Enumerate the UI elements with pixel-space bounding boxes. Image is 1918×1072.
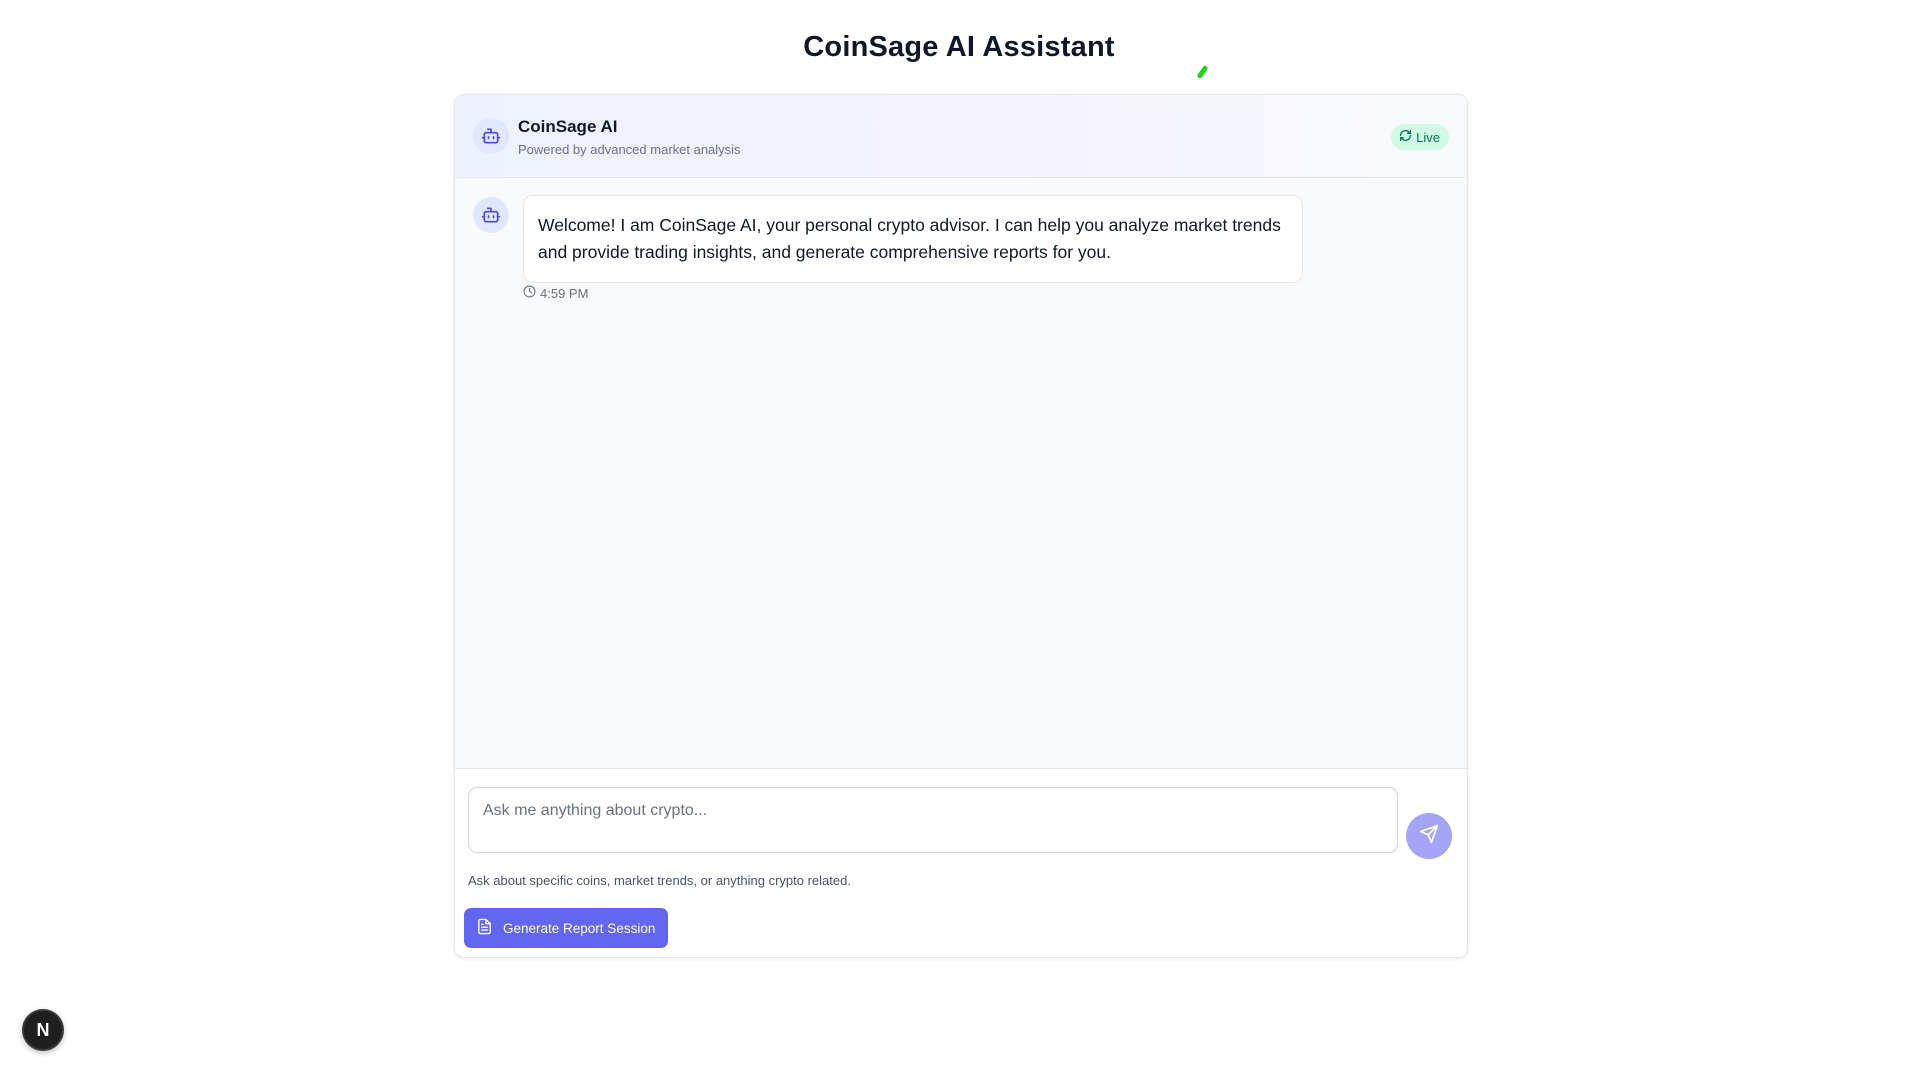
live-status-label: Live <box>1416 129 1440 145</box>
cursor-mark <box>1196 64 1209 80</box>
page: CoinSage AI Assistant CoinSage AI Powere… <box>0 0 1918 1072</box>
dev-tools-badge-label: N <box>36 1019 50 1040</box>
input-hint: Ask about specific coins, market trends,… <box>468 873 851 888</box>
assistant-name: CoinSage AI <box>518 117 618 136</box>
message-time: 4:59 PM <box>540 285 589 301</box>
chat-input-placeholder: Ask me anything about crypto... <box>483 802 708 819</box>
bot-icon <box>473 197 509 233</box>
assistant-message-bubble: Welcome! I am CoinSage AI, your personal… <box>523 195 1303 283</box>
generate-report-label: Generate Report Session <box>503 920 656 936</box>
send-button[interactable] <box>1406 813 1452 859</box>
chat-card: CoinSage AI Powered by advanced market a… <box>454 94 1468 958</box>
send-icon <box>1419 824 1439 849</box>
refresh-icon <box>1399 129 1412 145</box>
bot-icon <box>473 118 509 154</box>
clock-icon <box>523 285 536 301</box>
message-list[interactable]: Welcome! I am CoinSage AI, your personal… <box>455 178 1467 769</box>
page-title: CoinSage AI Assistant <box>803 31 1115 63</box>
chat-header: CoinSage AI Powered by advanced market a… <box>455 95 1467 178</box>
message-timestamp: 4:59 PM <box>523 285 588 301</box>
live-status-badge[interactable]: Live <box>1391 124 1449 150</box>
chat-input[interactable]: Ask me anything about crypto... <box>468 787 1398 853</box>
dev-tools-badge[interactable]: N <box>22 1009 64 1051</box>
generate-report-button[interactable]: Generate Report Session <box>464 908 669 948</box>
document-icon <box>476 918 493 938</box>
assistant-subtitle: Powered by advanced market analysis <box>518 142 741 157</box>
